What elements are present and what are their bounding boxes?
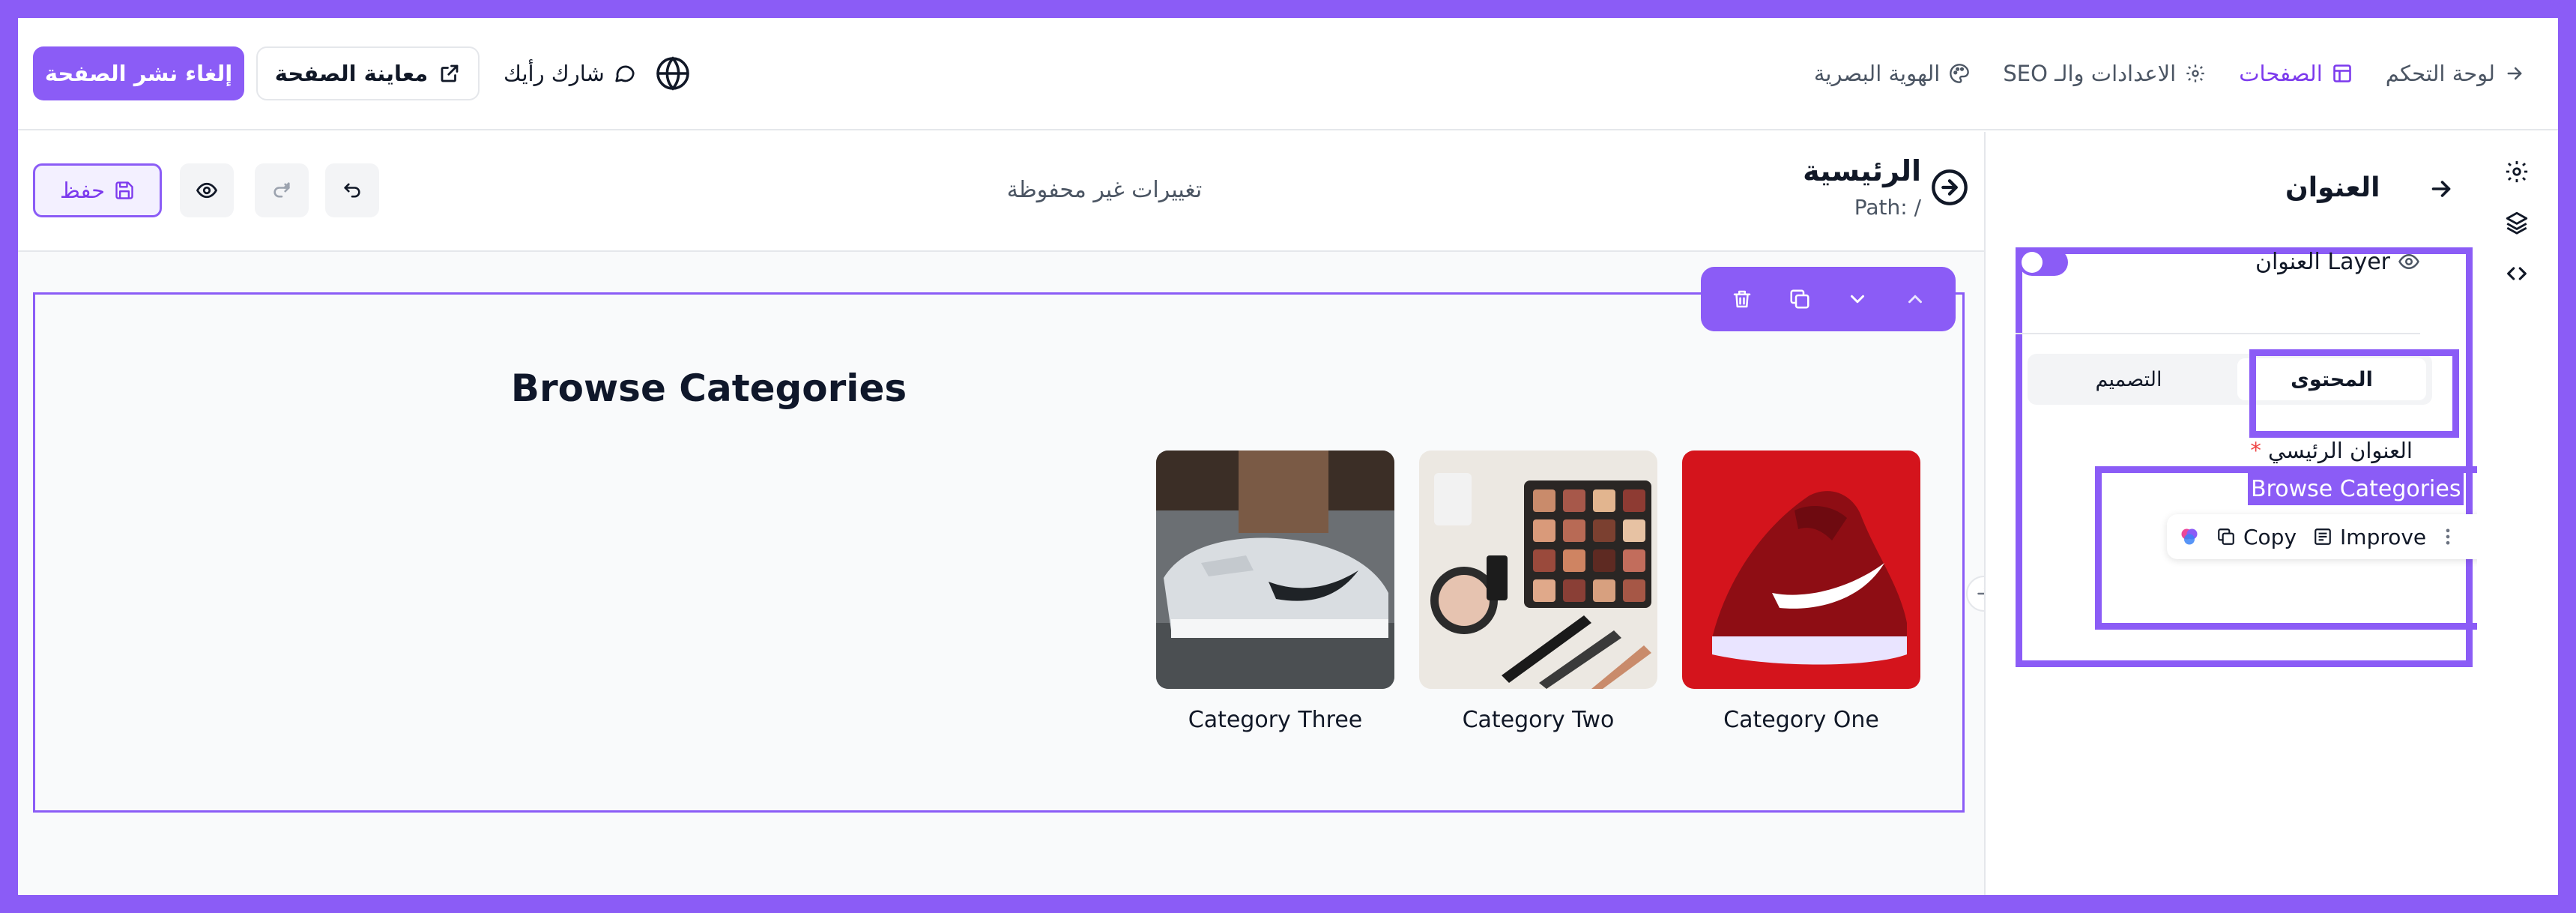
layer-visibility-toggle[interactable]	[2019, 249, 2068, 276]
category-three-label: Category Three	[1188, 707, 1363, 733]
selected-section[interactable]: Browse Categories Category Three Categor…	[33, 292, 1965, 813]
copy-button[interactable]: Copy	[2216, 525, 2297, 549]
category-one-label: Category One	[1723, 707, 1879, 733]
heading-field-label: * العنوان الرئيسي	[2210, 438, 2413, 463]
main-navigation: لوحة التحكم الصفحات الاعدادات والـ SEO ا…	[1814, 46, 2525, 100]
unpublish-label: إلغاء نشر الصفحة	[44, 61, 233, 86]
improve-label: Improve	[2340, 524, 2427, 549]
heading-field-label-text: العنوان الرئيسي	[2268, 438, 2413, 463]
chat-bubble-icon	[614, 62, 636, 85]
copy-label: Copy	[2243, 524, 2297, 549]
nav-brand-identity[interactable]: الهوية البصرية	[1814, 61, 1971, 86]
preview-toggle-button[interactable]	[180, 163, 234, 217]
content-tab-highlight	[2249, 349, 2459, 438]
nav-brand-label: الهوية البصرية	[1813, 61, 1941, 86]
layer-row: العنوان Layer	[2016, 243, 2420, 280]
section-heading[interactable]: Browse Categories	[35, 367, 1967, 410]
save-label: حفظ	[59, 178, 106, 203]
share-feedback-button[interactable]: شارك رأيك	[504, 46, 636, 100]
gear-icon[interactable]	[2500, 154, 2534, 189]
category-cards: Category Three Category Two Category One	[1156, 451, 1920, 733]
code-icon[interactable]	[2500, 256, 2534, 291]
duplicate-icon[interactable]	[1789, 288, 1811, 310]
layer-label: العنوان Layer	[2255, 248, 2390, 275]
chevron-up-icon[interactable]	[1904, 288, 1926, 310]
top-bar: إلغاء نشر الصفحة معاينة الصفحة شارك رأيك…	[18, 18, 2558, 130]
tab-design[interactable]: التصميم	[2028, 354, 2230, 405]
nav-settings-label: الاعدادات والـ SEO	[2003, 61, 2177, 86]
layout-icon	[2332, 63, 2353, 84]
red-sneaker-image	[1682, 451, 1920, 689]
nav-settings-seo[interactable]: الاعدادات والـ SEO	[2003, 61, 2206, 86]
category-card-two[interactable]: Category Two	[1419, 451, 1657, 733]
redo-button[interactable]	[255, 163, 309, 217]
category-two-label: Category Two	[1462, 707, 1615, 733]
chevron-down-icon[interactable]	[1846, 288, 1869, 310]
copy-icon	[2216, 527, 2236, 546]
arrow-circle-right-icon[interactable]	[1930, 168, 1969, 207]
makeup-palette-image	[1419, 451, 1657, 689]
category-card-one[interactable]: Category One	[1682, 451, 1920, 733]
undo-button[interactable]	[325, 163, 379, 217]
nav-dashboard-label: لوحة التحكم	[2385, 61, 2495, 86]
trash-icon[interactable]	[1731, 288, 1753, 310]
globe-icon[interactable]	[655, 55, 691, 91]
nav-pages-label: الصفحات	[2239, 61, 2323, 86]
app-window: إلغاء نشر الصفحة معاينة الصفحة شارك رأيك…	[18, 18, 2558, 895]
layers-icon[interactable]	[2500, 205, 2534, 240]
floppy-disk-icon	[114, 180, 135, 201]
arrow-right-icon[interactable]	[2428, 175, 2455, 202]
ai-text-toolbar: Copy Improve	[2167, 514, 2527, 559]
page-title: الرئيسية	[1803, 154, 1921, 187]
page-path: Path: /	[1854, 195, 1921, 220]
category-card-three[interactable]: Category Three	[1156, 451, 1394, 733]
palette-icon	[1949, 63, 1970, 84]
save-button[interactable]: حفظ	[33, 163, 162, 217]
preview-page-button[interactable]: معاينة الصفحة	[256, 46, 480, 100]
required-marker: *	[2250, 438, 2269, 463]
preview-label: معاينة الصفحة	[274, 61, 429, 86]
improve-button[interactable]: Improve	[2313, 525, 2426, 549]
heading-text-input[interactable]: Browse Categories	[2248, 473, 2464, 505]
undo-icon	[342, 180, 363, 201]
unsaved-changes-status: تغييرات غير محفوظة	[1006, 177, 1203, 203]
right-icon-rail	[2477, 132, 2558, 895]
improve-icon	[2313, 527, 2332, 546]
editor-canvas: Browse Categories Category Three Categor…	[18, 252, 2002, 895]
unpublish-page-button[interactable]: إلغاء نشر الصفحة	[33, 46, 244, 100]
panel-divider	[2016, 333, 2420, 334]
editor-header: حفظ تغييرات غير محفوظة الرئيسية Path: /	[18, 132, 1984, 252]
gear-icon	[2185, 63, 2206, 84]
panel-title: العنوان	[2285, 172, 2380, 203]
nav-dashboard[interactable]: لوحة التحكم	[2386, 61, 2525, 86]
ai-brain-icon[interactable]	[2179, 526, 2200, 547]
section-toolbar	[1701, 267, 1956, 331]
more-vertical-icon[interactable]	[2443, 526, 2453, 547]
nav-pages[interactable]: الصفحات	[2239, 61, 2353, 86]
white-sneaker-image	[1156, 451, 1394, 689]
eye-icon[interactable]	[2398, 250, 2420, 273]
properties-panel: العنوان العنوان Layer التصميم المحتوى * …	[1984, 132, 2558, 895]
share-label: شارك رأيك	[504, 61, 605, 86]
eye-icon	[196, 179, 218, 202]
external-link-icon	[438, 62, 461, 85]
arrow-right-icon	[2504, 63, 2525, 84]
redo-icon	[271, 180, 292, 201]
